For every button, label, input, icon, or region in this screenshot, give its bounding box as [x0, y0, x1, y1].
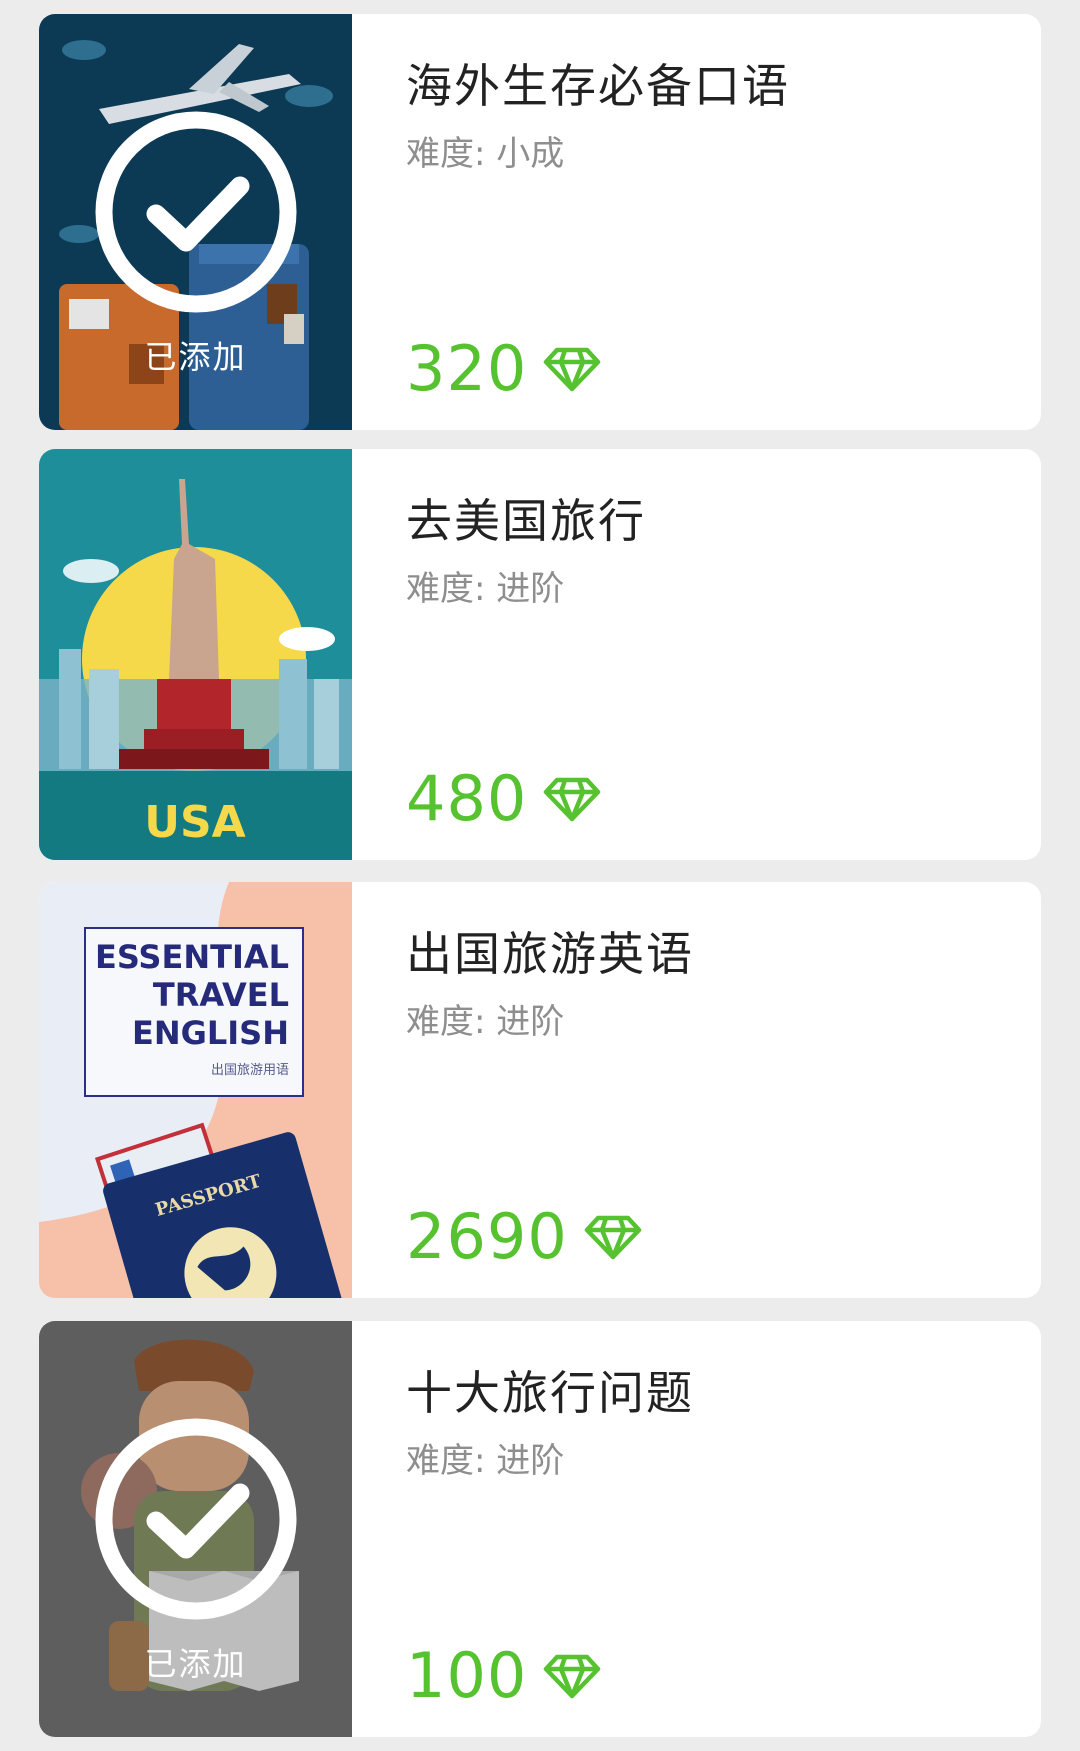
statue-of-liberty-illustration: USA [39, 449, 352, 860]
course-price: 2690 [406, 1206, 642, 1268]
course-title: 海外生存必备口语 [406, 59, 790, 113]
price-value: 480 [406, 762, 528, 835]
course-difficulty: 难度: 小成 [406, 134, 565, 174]
diamond-icon [544, 777, 601, 822]
traveler-illustration [39, 1321, 352, 1737]
passport-illustration: ESSENTIAL TRAVEL ENGLISH 出国旅游用语 PASSPORT [39, 882, 352, 1298]
course-card[interactable]: 已添加 十大旅行问题 难度: 进阶 100 [39, 1321, 1041, 1737]
usa-label: USA [144, 797, 245, 848]
svg-text:TRAVEL: TRAVEL [153, 976, 289, 1014]
course-thumbnail: 已添加 [39, 14, 352, 430]
diamond-icon [544, 347, 601, 392]
course-difficulty: 难度: 进阶 [406, 569, 565, 609]
course-title: 去美国旅行 [406, 494, 646, 548]
course-list: 已添加 海外生存必备口语 难度: 小成 320 USA 去美国旅行 难度: 进阶… [0, 0, 1080, 1751]
price-value: 100 [406, 1639, 528, 1712]
diamond-icon [584, 1215, 642, 1260]
course-thumbnail: ESSENTIAL TRAVEL ENGLISH 出国旅游用语 PASSPORT [39, 882, 352, 1298]
course-title: 十大旅行问题 [406, 1366, 694, 1420]
course-card[interactable]: ESSENTIAL TRAVEL ENGLISH 出国旅游用语 PASSPORT… [39, 882, 1041, 1298]
price-value: 320 [406, 332, 528, 405]
svg-text:ESSENTIAL: ESSENTIAL [95, 938, 289, 976]
course-card[interactable]: 已添加 海外生存必备口语 难度: 小成 320 [39, 14, 1041, 430]
course-thumbnail: 已添加 [39, 1321, 352, 1737]
course-difficulty: 难度: 进阶 [406, 1441, 565, 1481]
svg-text:出国旅游用语: 出国旅游用语 [211, 1063, 289, 1078]
course-price: 320 [406, 338, 601, 400]
course-price: 100 [406, 1645, 601, 1707]
course-thumbnail: USA [39, 449, 352, 860]
svg-text:ENGLISH: ENGLISH [132, 1014, 289, 1052]
course-title: 出国旅游英语 [406, 927, 694, 981]
diamond-icon [544, 1654, 601, 1699]
course-difficulty: 难度: 进阶 [406, 1002, 565, 1042]
course-price: 480 [406, 768, 601, 830]
luggage-plane-illustration [39, 14, 352, 430]
price-value: 2690 [406, 1200, 568, 1273]
course-card[interactable]: USA 去美国旅行 难度: 进阶 480 [39, 449, 1041, 860]
